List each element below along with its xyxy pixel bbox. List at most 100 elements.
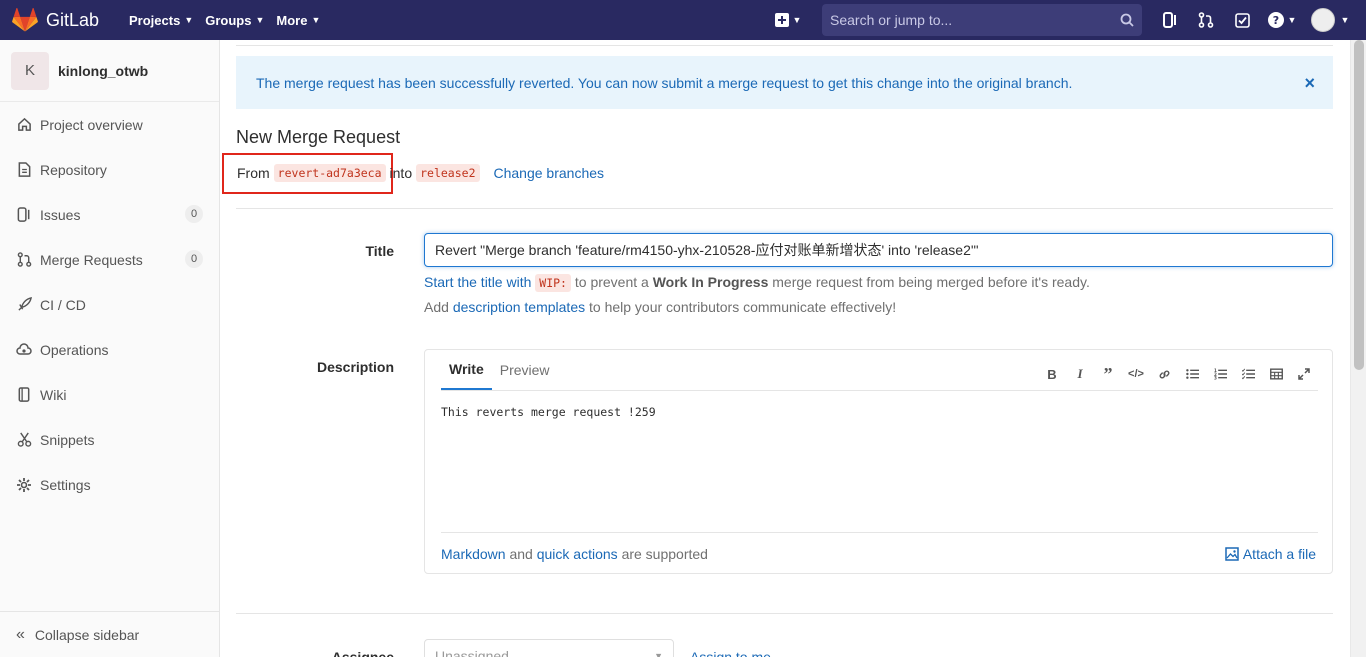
plus-square-icon <box>774 13 789 27</box>
sidebar-item-settings[interactable]: Settings <box>0 462 219 507</box>
markdown-toolbar: B I ” </> 123 <box>1038 364 1318 384</box>
help-dropdown[interactable]: ? ▼ <box>1264 6 1300 34</box>
into-label: into <box>389 165 413 181</box>
tab-preview[interactable]: Preview <box>492 349 558 390</box>
wip-code: WIP: <box>535 274 571 292</box>
scissors-icon <box>16 432 32 448</box>
chevron-down-icon: ▼ <box>1287 15 1297 25</box>
markdown-link[interactable]: Markdown <box>441 546 506 562</box>
divider <box>236 613 1333 614</box>
sidebar-item-label: Wiki <box>40 386 67 403</box>
cloud-gear-icon <box>16 342 32 358</box>
wip-toggle-link[interactable]: Start the title with WIP: <box>424 274 571 292</box>
title-label: Title <box>365 243 394 259</box>
task-list-icon[interactable] <box>1234 364 1262 384</box>
sidebar-item-issues[interactable]: Issues 0 <box>0 192 219 237</box>
sidebar-item-repository[interactable]: Repository <box>0 147 219 192</box>
book-icon <box>16 387 32 403</box>
table-icon[interactable] <box>1262 364 1290 384</box>
image-file-icon <box>1225 547 1239 561</box>
description-templates-link[interactable]: description templates <box>453 299 585 315</box>
page-title: New Merge Request <box>236 127 401 147</box>
sidebar-item-ci-cd[interactable]: CI / CD <box>0 282 219 327</box>
issues-nav-button[interactable] <box>1156 6 1184 34</box>
todos-nav-button[interactable] <box>1228 6 1256 34</box>
gitlab-home-link[interactable]: GitLab <box>12 8 117 32</box>
question-circle-icon: ? <box>1267 12 1284 28</box>
numbered-list-icon[interactable]: 123 <box>1206 364 1234 384</box>
project-name: kinlong_otwb <box>58 62 149 79</box>
quote-icon[interactable]: ” <box>1094 364 1122 384</box>
bold-icon[interactable]: B <box>1038 364 1066 384</box>
assignee-value: Unassigned <box>435 648 509 657</box>
revert-success-alert: The merge request has been successfully … <box>236 56 1333 109</box>
nav-groups-label: Groups <box>205 12 252 28</box>
sidebar-item-wiki[interactable]: Wiki <box>0 372 219 417</box>
title-input-value: Revert "Merge branch 'feature/rm4150-yhx… <box>435 242 979 258</box>
chevron-down-icon: ▼ <box>1340 15 1350 25</box>
from-label: From <box>237 165 270 181</box>
new-item-dropdown[interactable]: ▼ <box>770 6 806 34</box>
description-textarea[interactable]: This reverts merge request !259 <box>441 405 656 419</box>
sidebar-item-label: Settings <box>40 476 91 493</box>
chevron-down-icon: ▼ <box>792 15 802 25</box>
sidebar-item-label: Issues <box>40 206 81 223</box>
page-scrollbar[interactable] <box>1350 40 1366 657</box>
target-branch: release2 <box>416 164 480 182</box>
chevron-down-icon: ▼ <box>255 15 265 25</box>
bullet-list-icon[interactable] <box>1178 364 1206 384</box>
chevron-down-icon: ▼ <box>311 15 321 25</box>
source-branch: revert-ad7a3eca <box>273 164 386 182</box>
sidebar-project-header[interactable]: K kinlong_otwb <box>0 40 219 102</box>
top-navbar: GitLab Projects ▼ Groups ▼ More ▼ ▼ Sear… <box>0 0 1366 40</box>
svg-text:3: 3 <box>1214 376 1217 380</box>
sidebar-item-operations[interactable]: Operations <box>0 327 219 372</box>
issues-icon <box>1163 12 1176 28</box>
sidebar-item-label: CI / CD <box>40 296 86 313</box>
quick-actions-link[interactable]: quick actions <box>537 546 618 562</box>
search-input[interactable]: Search or jump to... <box>822 4 1142 36</box>
code-icon[interactable]: </> <box>1122 364 1150 384</box>
description-label: Description <box>316 359 394 375</box>
assign-to-me-link[interactable]: Assign to me <box>690 649 771 657</box>
svg-text:?: ? <box>1272 14 1278 27</box>
user-avatar <box>1310 8 1335 32</box>
fullscreen-icon[interactable] <box>1290 364 1318 384</box>
scrollbar-thumb[interactable] <box>1354 40 1364 370</box>
search-placeholder: Search or jump to... <box>830 12 953 28</box>
collapse-sidebar-button[interactable]: « Collapse sidebar <box>0 611 219 657</box>
merge-request-icon <box>16 252 32 268</box>
nav-projects-label: Projects <box>129 12 181 28</box>
sidebar-item-snippets[interactable]: Snippets <box>0 417 219 462</box>
title-input[interactable]: Revert "Merge branch 'feature/rm4150-yhx… <box>424 233 1333 267</box>
italic-icon[interactable]: I <box>1066 364 1094 384</box>
nav-groups-menu[interactable]: Groups ▼ <box>205 0 264 40</box>
document-icon <box>16 162 32 178</box>
brand-name: GitLab <box>46 9 100 30</box>
sidebar-item-merge-requests[interactable]: Merge Requests 0 <box>0 237 219 282</box>
sidebar-item-project-overview[interactable]: Project overview <box>0 102 219 147</box>
nav-more-label: More <box>276 12 308 28</box>
close-icon[interactable]: × <box>1304 73 1315 94</box>
issues-icon <box>16 207 32 223</box>
markdown-support-note: Markdown and quick actions are supported <box>441 546 708 562</box>
sidebar-item-label: Merge Requests <box>40 251 143 268</box>
attach-file-button[interactable]: Attach a file <box>1225 546 1316 562</box>
chevron-down-icon: ▼ <box>654 651 663 657</box>
chevron-down-icon: ▼ <box>184 15 194 25</box>
nav-projects-menu[interactable]: Projects ▼ <box>129 0 193 40</box>
nav-more-menu[interactable]: More ▼ <box>276 0 320 40</box>
attach-file-label: Attach a file <box>1242 546 1316 562</box>
double-chevron-left-icon: « <box>16 625 25 643</box>
sidebar-item-label: Project overview <box>40 116 143 133</box>
user-menu-dropdown[interactable]: ▼ <box>1308 6 1352 34</box>
gear-icon <box>16 477 32 493</box>
change-branches-link[interactable]: Change branches <box>494 165 605 181</box>
rocket-icon <box>16 297 32 313</box>
home-icon <box>16 117 32 133</box>
assignee-select[interactable]: Unassigned ▼ <box>424 639 674 657</box>
link-icon[interactable] <box>1150 364 1178 384</box>
divider <box>441 532 1318 533</box>
tab-write[interactable]: Write <box>441 349 492 390</box>
merge-requests-nav-button[interactable] <box>1192 6 1220 34</box>
